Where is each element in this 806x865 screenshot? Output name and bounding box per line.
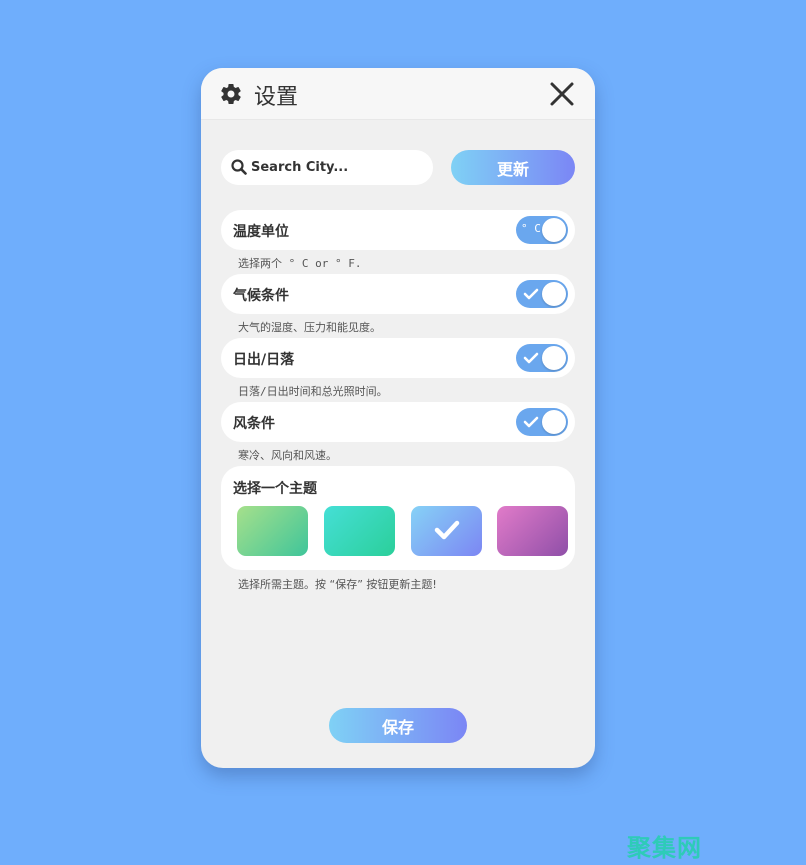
theme-selector: 选择一个主题 xyxy=(221,466,575,570)
search-box xyxy=(221,150,433,185)
check-icon xyxy=(523,288,539,300)
setting-label: 气候条件 xyxy=(233,288,289,304)
close-icon[interactable] xyxy=(549,81,575,107)
panel-header: 设置 xyxy=(201,68,595,120)
setting-label: 日出/日落 xyxy=(233,352,295,368)
theme-swatch-blue[interactable] xyxy=(411,506,482,556)
wind-conditions-toggle[interactable] xyxy=(516,408,568,436)
setting-row-sunrise-sunset: 日出/日落 xyxy=(221,338,575,378)
sunrise-sunset-toggle[interactable] xyxy=(516,344,568,372)
theme-title: 选择一个主题 xyxy=(233,481,317,497)
save-button[interactable]: 保存 xyxy=(329,708,467,743)
check-icon xyxy=(523,416,539,428)
theme-swatch-green[interactable] xyxy=(237,506,308,556)
temperature-unit-toggle[interactable]: ° C xyxy=(516,216,568,244)
toggle-knob xyxy=(542,410,566,434)
setting-row-wind-conditions: 风条件 xyxy=(221,402,575,442)
theme-swatch-teal[interactable] xyxy=(324,506,395,556)
setting-description: 日落/日出时间和总光照时间。 xyxy=(238,385,388,398)
setting-row-temperature-unit: 温度单位 ° C xyxy=(221,210,575,250)
gear-icon xyxy=(221,84,241,105)
settings-panel: 设置 更新 温度单位 ° C 选择两个 ° C or ° F. 气候条件 大气的… xyxy=(201,68,595,768)
check-icon xyxy=(434,520,460,540)
search-icon xyxy=(231,159,247,175)
setting-label: 温度单位 xyxy=(233,224,289,240)
setting-description: 选择两个 ° C or ° F. xyxy=(238,257,362,270)
search-input[interactable] xyxy=(251,157,423,178)
weather-conditions-toggle[interactable] xyxy=(516,280,568,308)
panel-title: 设置 xyxy=(254,85,299,110)
theme-swatch-purple[interactable] xyxy=(497,506,568,556)
update-button[interactable]: 更新 xyxy=(451,150,575,185)
setting-description: 寒冷、风向和风速。 xyxy=(238,449,337,462)
toggle-unit-text: ° C xyxy=(521,222,541,235)
toggle-knob xyxy=(542,346,566,370)
setting-label: 风条件 xyxy=(233,416,275,432)
setting-description: 大气的湿度、压力和能见度。 xyxy=(238,321,381,334)
check-icon xyxy=(523,352,539,364)
toggle-knob xyxy=(542,282,566,306)
setting-row-weather-conditions: 气候条件 xyxy=(221,274,575,314)
toggle-knob xyxy=(542,218,566,242)
theme-description: 选择所需主题。按 “保存” 按钮更新主题! xyxy=(238,578,437,591)
watermark-logo: 聚集网 xyxy=(627,834,702,862)
